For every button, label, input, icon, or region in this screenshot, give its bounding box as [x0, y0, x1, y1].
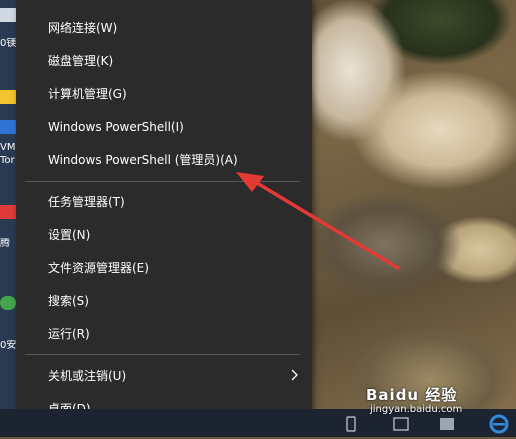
chevron-right-icon — [291, 369, 298, 381]
menu-item-powershell[interactable]: Windows PowerShell(I) — [16, 110, 312, 143]
menu-item-label: 文件资源管理器(E) — [48, 261, 149, 275]
desktop-icon-label: 0镁 — [0, 38, 16, 49]
menu-item-label: 搜索(S) — [48, 294, 89, 308]
watermark-url: jingyan.baidu.com — [370, 404, 463, 415]
menu-item-label: Windows PowerShell(I) — [48, 119, 184, 134]
menu-item-task-manager[interactable]: 任务管理器(T) — [16, 185, 312, 218]
menu-item-label: 运行(R) — [48, 327, 90, 341]
menu-item-powershell-admin[interactable]: Windows PowerShell (管理员)(A) — [16, 143, 312, 176]
security-app-icon[interactable] — [0, 296, 16, 310]
menu-item-run[interactable]: 运行(R) — [16, 317, 312, 350]
menu-item-label: 计算机管理(G) — [48, 87, 127, 101]
desktop-icon-label: Tor — [0, 155, 15, 166]
menu-item-shutdown-signout[interactable]: 关机或注销(U) — [16, 359, 312, 392]
menu-item-search[interactable]: 搜索(S) — [16, 284, 312, 317]
desktop-icon-label: 腾 — [0, 238, 10, 249]
menu-separator — [25, 181, 300, 182]
menu-item-label: 磁盘管理(K) — [48, 54, 114, 68]
menu-item-label: 任务管理器(T) — [48, 195, 125, 209]
desktop-shortcut-icon[interactable] — [0, 120, 16, 134]
desktop-shortcut-icon[interactable] — [0, 205, 16, 219]
taskbar-icon[interactable] — [340, 413, 362, 435]
menu-item-file-explorer[interactable]: 文件资源管理器(E) — [16, 251, 312, 284]
menu-separator — [25, 354, 300, 355]
folder-icon[interactable] — [0, 90, 16, 104]
desktop-icon-label: VM — [0, 142, 16, 153]
menu-item-label: Windows PowerShell (管理员)(A) — [48, 153, 238, 167]
menu-item-label: 设置(N) — [48, 228, 91, 242]
desktop-icon-label: 0安 — [0, 340, 16, 351]
menu-item-network-connections[interactable]: 网络连接(W) — [16, 11, 312, 44]
menu-item-disk-management[interactable]: 磁盘管理(K) — [16, 44, 312, 77]
menu-item-label: 网络连接(W) — [48, 21, 118, 35]
menu-item-settings[interactable]: 设置(N) — [16, 218, 312, 251]
winx-context-menu: 网络连接(W) 磁盘管理(K) 计算机管理(G) Windows PowerSh… — [16, 0, 312, 424]
baidu-jingyan-watermark: Baidu 经验 jingyan.baidu.com — [366, 384, 496, 424]
menu-item-computer-management[interactable]: 计算机管理(G) — [16, 77, 312, 110]
menu-item-label: 关机或注销(U) — [48, 369, 127, 383]
desktop-shortcut-icon[interactable] — [0, 8, 16, 22]
desktop-icon-strip: 0镁 VM Tor 腾 0安 — [0, 0, 16, 437]
watermark-logo: Baidu 经验 — [366, 386, 458, 404]
